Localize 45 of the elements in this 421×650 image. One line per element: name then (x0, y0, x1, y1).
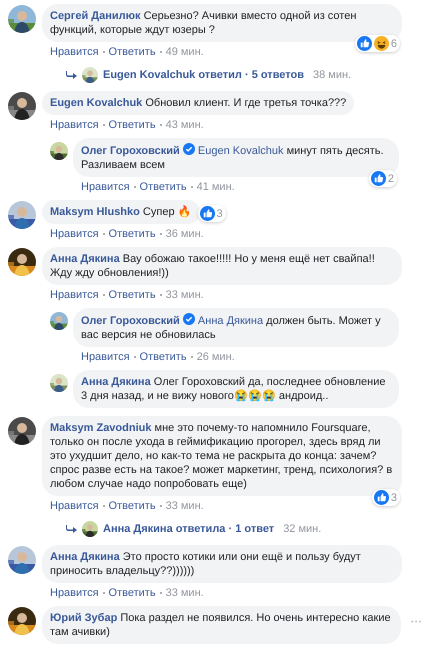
reply-link[interactable]: Ответить (108, 227, 156, 241)
like-link[interactable]: Нравится (50, 288, 99, 302)
comment-text: Maksym Hlushko Супер 🔥 (50, 206, 192, 218)
comment-text: Юрий Зубар Пока раздел не появился. Но очень интересно какие там ачивки) (50, 612, 391, 638)
reply-arrow-icon (66, 525, 77, 533)
reply-link[interactable]: Ответить (108, 586, 156, 600)
comment-time: 26 мин. (196, 350, 235, 364)
comment-time: 49 мин. (166, 45, 204, 59)
reply-link[interactable]: Ответить (108, 499, 156, 513)
reply-link[interactable]: Ответить (108, 118, 156, 132)
comment-text: Maksym Zavodniuk мне это почему-то напомнило Foursquare, только он после ухода в геймификацию прогорел, здесь вряд ли это ухудшит дело, но как-то тема не раскрыта до конца: зачем? спрос разве есть на такое? может маркетинг, тренд, психология? в любом случае надо попробовать еще) (50, 422, 392, 490)
reply-link[interactable]: Ответить (140, 180, 187, 194)
comment-text: Олег Гороховский Анна Дякина должен быть. Может у вас версия не обновилась (81, 315, 381, 341)
comment-text: Анна Дякина Вау обожаю такое!!!!! Но у меня ещё нет свайпа!! Жду жду обновления!)) (50, 253, 375, 279)
replies-link[interactable]: Анна Дякина ответила · 1 ответ (103, 522, 274, 536)
reply-arrow-icon (66, 71, 77, 79)
comment-time: 38 мин. (313, 68, 352, 82)
comment-time: 33 мин. (166, 586, 204, 600)
like-link[interactable]: Нравится (50, 586, 99, 600)
reply-link[interactable]: Ответить (108, 45, 156, 59)
comment-text: Олег Гороховский Eugen Kovalchuk минут пять десять. Разливаем всем (81, 145, 384, 171)
comment-time: 33 мин. (166, 288, 204, 302)
comment-time: 43 мин. (166, 118, 204, 132)
reaction-count: 3 (390, 490, 397, 504)
like-link[interactable]: Нравится (50, 499, 99, 513)
reaction-count: 6 (390, 36, 397, 50)
like-link[interactable]: Нравится (81, 180, 130, 194)
comment-time: 41 мин. (196, 180, 235, 194)
comment-text: Анна Дякина Олег Гороховский да, последнее обновление 3 дня назад, и не вижу нового😭😭😭 андроид.. (81, 376, 386, 402)
like-link[interactable]: Нравится (50, 227, 99, 241)
comment-time: 32 мин. (283, 522, 322, 536)
like-link[interactable]: Нравится (50, 45, 99, 59)
more-options-icon[interactable] (410, 620, 421, 623)
replies-link[interactable]: Eugen Kovalchuk ответил · 5 ответов (103, 68, 304, 82)
reaction-count: 3 (216, 206, 223, 220)
comment-text: Eugen Kovalchuk Обновил клиент. И где третья точка??? (50, 97, 346, 109)
reaction-count: 2 (388, 172, 394, 186)
like-link[interactable]: Нравится (81, 350, 130, 364)
comment-text: Анна Дякина Это просто котики или они ещё и пользу будут приносить владельцу??)))))) (50, 551, 361, 577)
reply-link[interactable]: Ответить (108, 288, 156, 302)
comment-time: 36 мин. (166, 227, 204, 241)
like-link[interactable]: Нравится (50, 118, 99, 132)
comment-time: 33 мин. (166, 499, 204, 513)
comment-text: Сергей Данилюк Серьезно? Ачивки вместо одной из сотен функций, которые ждут юзеры ? (50, 10, 356, 36)
reply-link[interactable]: Ответить (140, 350, 187, 364)
